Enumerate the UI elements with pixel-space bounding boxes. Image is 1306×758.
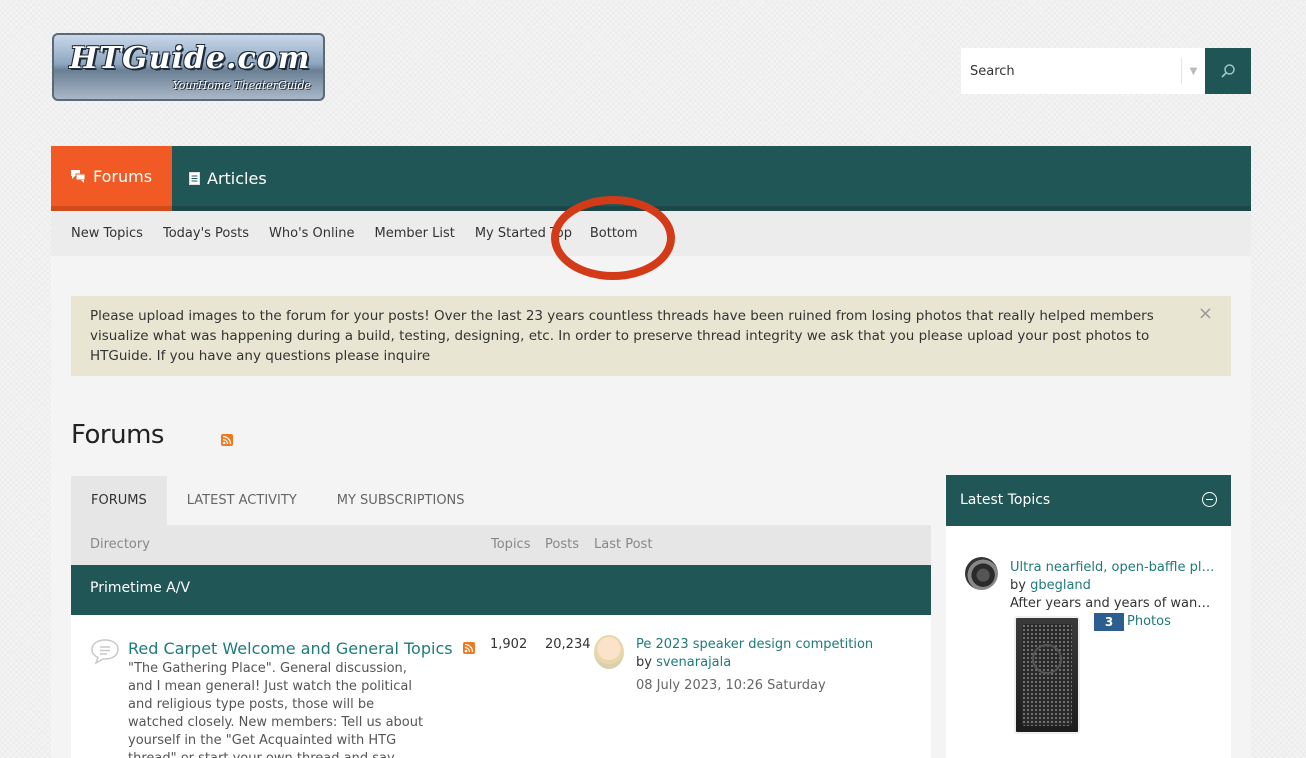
directory-header: Directory Topics Posts Last Post: [71, 525, 931, 565]
tab-forums[interactable]: FORUMS: [71, 476, 167, 525]
search-options-dropdown[interactable]: ▼: [1181, 58, 1205, 84]
notice-text: Please upload images to the forum for yo…: [90, 308, 1154, 364]
latest-topic-snippet: After years and years of wanting to buil…: [1010, 596, 1215, 611]
rss-glyph: [464, 643, 474, 653]
caret-down-icon: ▼: [1189, 65, 1198, 77]
nav-tab-label: Articles: [207, 169, 267, 188]
notice-banner: Please upload images to the forum for yo…: [71, 296, 1231, 376]
forum-title-link[interactable]: Red Carpet Welcome and General Topics: [128, 639, 453, 658]
tab-my-subscriptions[interactable]: MY SUBSCRIPTIONS: [317, 476, 485, 525]
main-nav: Forums Articles: [51, 146, 1251, 211]
column-topics: Topics: [491, 537, 531, 552]
forum-description: "The Gathering Place". General discussio…: [128, 661, 424, 758]
photos-link[interactable]: Photos: [1127, 614, 1171, 629]
speaker-photo-thumbnail[interactable]: [1014, 616, 1080, 734]
forum-rss-icon[interactable]: [463, 642, 475, 654]
rss-glyph: [222, 435, 232, 445]
column-posts: Posts: [545, 537, 579, 552]
chat-bubble-icon: [91, 639, 119, 665]
search-icon: [1221, 64, 1235, 78]
category-header[interactable]: Primetime A/V: [71, 565, 931, 615]
collapse-icon[interactable]: [1202, 492, 1217, 507]
last-post-title-link[interactable]: Pe 2023 speaker design competition: [636, 637, 873, 652]
last-post-author-link[interactable]: svenarajala: [656, 655, 731, 670]
nav-tab-label: Forums: [93, 166, 153, 186]
subnav-todays-posts[interactable]: Today's Posts: [153, 226, 259, 241]
nav-tab-articles[interactable]: Articles: [169, 146, 287, 211]
latest-topic-title-link[interactable]: Ultra nearfield, open-baffle plans: [1010, 560, 1215, 575]
tab-latest-activity[interactable]: LATEST ACTIVITY: [167, 476, 317, 525]
close-icon[interactable]: ×: [1198, 304, 1213, 324]
subnav-member-list[interactable]: Member List: [365, 226, 465, 241]
logo-tagline: YourHome TheaterGuide: [172, 79, 311, 92]
speaker-grille: [1022, 624, 1072, 726]
subnav-new-topics[interactable]: New Topics: [61, 226, 153, 241]
forum-row: Red Carpet Welcome and General Topics "T…: [71, 615, 931, 758]
latest-topics-header: Latest Topics: [946, 475, 1231, 526]
logo-title: HTGuide.com: [69, 41, 311, 76]
last-post-date: 08 July 2023, 10:26 Saturday: [636, 678, 826, 693]
nav-tab-forums[interactable]: Forums: [51, 146, 173, 211]
latest-topic-author-link[interactable]: gbegland: [1030, 578, 1091, 593]
latest-topic-byline: by gbegland: [1010, 578, 1091, 593]
category-title: Primetime A/V: [90, 580, 191, 596]
speaker-driver: [1032, 644, 1062, 674]
photo-count-badge: 3: [1094, 613, 1124, 631]
column-directory: Directory: [90, 537, 150, 552]
latest-topics-panel: Ultra nearfield, open-baffle plans by gb…: [946, 526, 1231, 758]
forum-topic-count: 1,902: [490, 637, 528, 652]
page-title: Forums: [71, 420, 164, 450]
avatar[interactable]: [594, 635, 624, 669]
forums-icon: [71, 169, 86, 183]
sidebar-title: Latest Topics: [960, 492, 1051, 508]
avatar[interactable]: [965, 557, 998, 590]
by-prefix: by: [636, 655, 652, 670]
annotation-circle: [551, 196, 675, 280]
forum-tabs: FORUMS LATEST ACTIVITY MY SUBSCRIPTIONS: [71, 476, 931, 525]
document-icon: [189, 172, 200, 185]
search-box: ▼: [961, 48, 1205, 94]
column-last-post: Last Post: [594, 537, 653, 552]
last-post-byline: by svenarajala: [636, 655, 731, 670]
rss-icon[interactable]: [221, 434, 233, 446]
search-button[interactable]: [1205, 48, 1251, 94]
forum-post-count: 20,234: [545, 637, 591, 652]
by-prefix: by: [1010, 578, 1026, 593]
subnav-whos-online[interactable]: Who's Online: [259, 226, 364, 241]
site-logo[interactable]: HTGuide.com YourHome TheaterGuide: [52, 33, 325, 101]
search-input[interactable]: [961, 49, 1179, 93]
